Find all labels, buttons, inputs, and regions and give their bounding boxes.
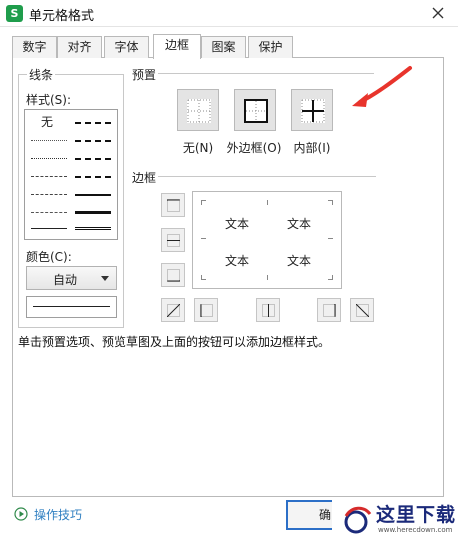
line-style-dash-dot[interactable] (31, 194, 67, 195)
line-style-dotted[interactable] (31, 158, 67, 159)
corner-mark (328, 275, 333, 280)
preset-outline-label: 外边框(O) (226, 141, 282, 155)
border-left-button[interactable] (194, 298, 218, 322)
border-diagonal-up-button[interactable] (161, 298, 185, 322)
border-left-icon (200, 304, 213, 317)
preview-text: 文本 (287, 254, 312, 268)
border-none-icon (187, 99, 211, 123)
play-help-icon[interactable] (14, 507, 28, 521)
line-style-preview (26, 296, 117, 318)
color-dropdown[interactable]: 自动 (26, 266, 117, 290)
preview-text: 文本 (287, 217, 312, 231)
border-outline-icon (244, 99, 268, 123)
border-diagonal-up-icon (167, 304, 180, 317)
corner-mark (328, 200, 333, 205)
tab-border[interactable]: 边框 (153, 34, 201, 59)
preview-text: 文本 (225, 217, 250, 231)
corner-mark (201, 275, 206, 280)
tab-number[interactable]: 数字 (12, 36, 57, 58)
preset-outline-button[interactable] (234, 89, 276, 131)
tab-font[interactable]: 字体 (104, 36, 149, 58)
preset-group-title: 预置 (132, 66, 157, 83)
border-inside-horizontal-icon (167, 234, 180, 247)
border-right-icon (323, 304, 336, 317)
border-inside-icon (301, 99, 325, 123)
border-top-button[interactable] (161, 193, 185, 217)
watermark-logo-icon (344, 506, 372, 534)
line-style-slant-dash[interactable] (75, 176, 111, 178)
watermark: 这里下载 www.herecdown.com (332, 499, 458, 540)
border-bottom-icon (167, 269, 180, 282)
spreadsheet-app-icon: S (6, 5, 23, 22)
watermark-text: 这里下载 (376, 504, 457, 526)
corner-mark (328, 238, 333, 243)
border-inside-horizontal-button[interactable] (161, 228, 185, 252)
corner-mark (201, 238, 206, 243)
preview-text: 文本 (225, 254, 250, 268)
border-diagonal-down-icon (356, 304, 369, 317)
close-icon[interactable] (428, 3, 448, 23)
border-diagonal-down-button[interactable] (350, 298, 374, 322)
style-label: 样式(S): (26, 91, 72, 108)
border-inside-vertical-icon (262, 304, 275, 317)
tab-alignment[interactable]: 对齐 (57, 36, 102, 58)
border-inside-vertical-button[interactable] (256, 298, 280, 322)
border-top-icon (167, 199, 180, 212)
tips-link[interactable]: 操作技巧 (34, 506, 82, 523)
line-style-thin[interactable] (31, 228, 67, 229)
line-style-hair[interactable] (31, 140, 67, 141)
border-group-line (158, 176, 376, 177)
line-style-double[interactable] (75, 227, 111, 230)
annotation-arrow-icon (352, 66, 412, 107)
preset-inside-button[interactable] (291, 89, 333, 131)
preset-none-label: 无(N) (182, 141, 214, 155)
watermark-url: www.herecdown.com (378, 526, 453, 534)
chevron-down-icon (101, 276, 109, 281)
line-style-medium-dash[interactable] (75, 122, 111, 124)
corner-mark (267, 275, 272, 280)
preset-none-button[interactable] (177, 89, 219, 131)
border-bottom-button[interactable] (161, 263, 185, 287)
border-group-title: 边框 (132, 169, 157, 186)
dialog-title: 单元格格式 (29, 9, 95, 24)
line-style-dash-dot-dot[interactable] (31, 176, 67, 177)
line-style-medium-dash-dot[interactable] (75, 140, 111, 142)
color-value: 自动 (52, 273, 77, 287)
tab-protection[interactable]: 保护 (248, 36, 293, 58)
line-style-list[interactable]: 无 (24, 109, 118, 240)
tab-pattern[interactable]: 图案 (201, 36, 246, 58)
preset-inside-label: 内部(I) (293, 141, 331, 155)
line-group-title: 线条 (27, 66, 56, 83)
corner-mark (267, 200, 272, 205)
line-style-none[interactable]: 无 (41, 113, 53, 130)
line-style-dashed[interactable] (31, 212, 67, 213)
line-style-thick[interactable] (75, 211, 111, 214)
border-right-button[interactable] (317, 298, 341, 322)
title-bar: S 单元格格式 (0, 0, 458, 27)
hint-text: 单击预置选项、预览草图及上面的按钮可以添加边框样式。 (18, 335, 331, 349)
border-preview[interactable]: 文本 文本 文本 文本 (192, 191, 342, 289)
line-style-medium-dash-dot-dot[interactable] (75, 158, 111, 160)
corner-mark (201, 200, 206, 205)
line-style-medium[interactable] (75, 194, 111, 196)
color-label: 颜色(C): (26, 248, 72, 265)
